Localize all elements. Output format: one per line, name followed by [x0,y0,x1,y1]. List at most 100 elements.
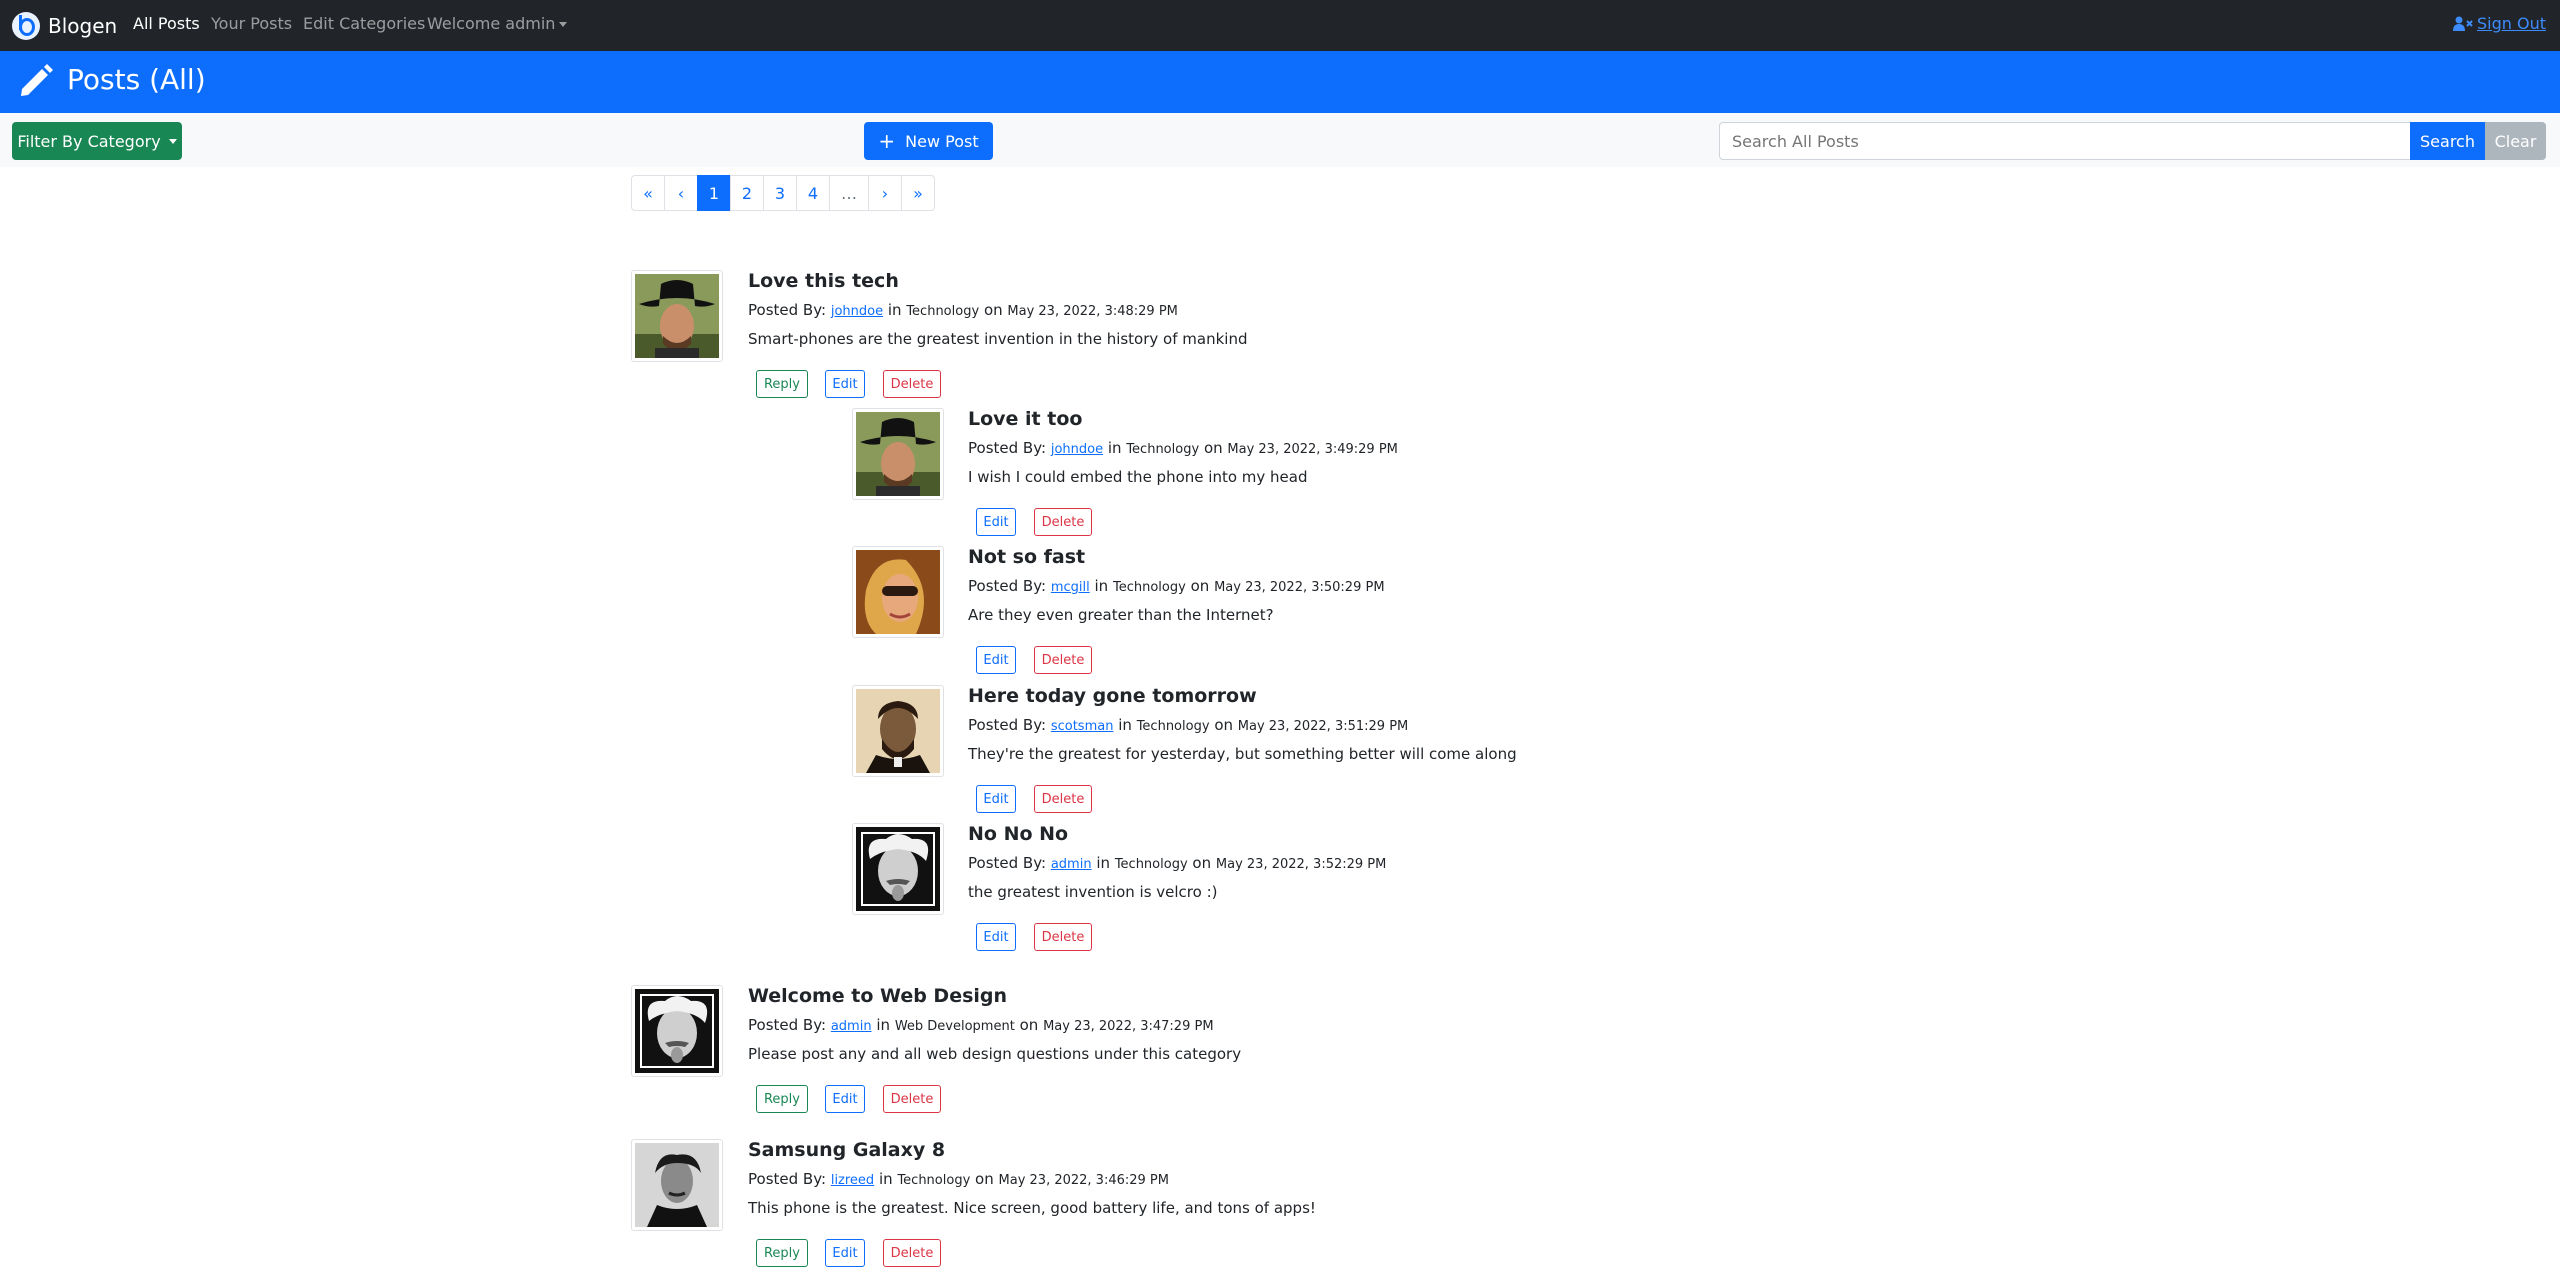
post-title: No No No [968,823,1069,845]
post-category: Technology [906,304,980,319]
in-label: in [1118,716,1132,734]
post-date: May 23, 2022, 3:47:29 PM [1043,1019,1214,1034]
edit-button[interactable]: Edit [976,646,1016,674]
post-meta: Posted By: admin in Web Development on M… [748,1016,1214,1034]
reply-button[interactable]: Reply [756,1239,808,1267]
post-category: Technology [1112,580,1186,595]
page-2[interactable]: 2 [730,175,764,211]
post-date: May 23, 2022, 3:49:29 PM [1227,442,1398,457]
delete-button[interactable]: Delete [1034,646,1092,674]
author-avatar [631,985,723,1077]
brand[interactable]: Blogen [12,8,117,44]
post-meta: Posted By: johndoe in Technology on May … [748,301,1178,319]
author-link[interactable]: johndoe [1051,442,1103,457]
user-menu-dropdown[interactable]: Welcome admin [427,14,568,33]
user-menu-label: Welcome admin [427,14,556,33]
sign-out-link[interactable]: Sign Out [2453,14,2546,33]
blogen-logo-icon [12,12,40,40]
post-title: Love it too [968,408,1083,430]
posted-by-label: Posted By: [748,1016,827,1034]
filter-by-category-button[interactable]: Filter By Category [12,122,182,160]
sign-out-label: Sign Out [2477,14,2546,33]
posted-by-label: Posted By: [968,577,1047,595]
author-link[interactable]: scotsman [1051,719,1114,734]
post-date: May 23, 2022, 3:48:29 PM [1007,304,1178,319]
nav-all-posts[interactable]: All Posts [133,14,200,33]
post-meta: Posted By: johndoe in Technology on May … [968,439,1398,457]
page-last[interactable]: » [901,175,935,211]
post-body: Please post any and all web design quest… [748,1045,1242,1063]
on-label: on [1214,716,1233,734]
post-title: Here today gone tomorrow [968,685,1257,707]
post-meta: Posted By: admin in Technology on May 23… [968,854,1386,872]
top-navbar: Blogen All Posts Your Posts Edit Categor… [0,0,2560,51]
reply-button[interactable]: Reply [756,370,808,398]
posted-by-label: Posted By: [968,854,1047,872]
delete-button[interactable]: Delete [1034,785,1092,813]
page-first[interactable]: « [631,175,665,211]
on-label: on [1203,439,1223,457]
post-body: I wish I could embed the phone into my h… [968,468,1308,486]
post-category: Technology [1136,719,1210,734]
nav-edit-categories[interactable]: Edit Categories [303,14,425,33]
page-1[interactable]: 1 [697,175,731,211]
plus-icon: + [878,129,896,153]
new-post-button[interactable]: + New Post [864,122,993,160]
author-link[interactable]: lizreed [831,1173,874,1188]
in-label: in [1107,439,1122,457]
caret-down-icon [168,138,177,144]
post-title: Not so fast [968,546,1086,568]
author-link[interactable]: admin [831,1019,872,1034]
page-next[interactable]: › [868,175,902,211]
search-button[interactable]: Search [2410,122,2485,160]
author-avatar [852,823,944,915]
edit-button[interactable]: Edit [825,370,865,398]
on-label: on [1019,1016,1039,1034]
page-3[interactable]: 3 [763,175,797,211]
post-meta: Posted By: lizreed in Technology on May … [748,1170,1169,1188]
post-date: May 23, 2022, 3:52:29 PM [1215,857,1387,872]
delete-button[interactable]: Delete [1034,923,1092,951]
edit-button[interactable]: Edit [825,1085,865,1113]
delete-button[interactable]: Delete [883,1085,941,1113]
filter-label: Filter By Category [17,131,161,151]
post-body: They're the greatest for yesterday, but … [968,745,1517,763]
posted-by-label: Posted By: [968,439,1047,457]
edit-button[interactable]: Edit [976,923,1016,951]
post-category: Technology [1126,442,1200,457]
page-4[interactable]: 4 [796,175,830,211]
edit-button[interactable]: Edit [976,508,1016,536]
author-link[interactable]: admin [1051,857,1092,872]
on-label: on [983,301,1003,319]
on-label: on [1192,854,1212,872]
post-category: Technology [1114,857,1188,872]
edit-button[interactable]: Edit [976,785,1016,813]
page-ellipsis: … [829,175,869,211]
page-title: Posts (All) [67,63,206,96]
brand-name: Blogen [48,14,118,38]
post-body: Smart-phones are the greatest invention … [748,330,1248,348]
post-date: May 23, 2022, 3:46:29 PM [998,1173,1169,1188]
on-label: on [1190,577,1210,595]
toolbar: Filter By Category + New Post Search Cle… [0,113,2560,167]
author-avatar [852,546,944,638]
nav-your-posts[interactable]: Your Posts [211,14,292,33]
delete-button[interactable]: Delete [883,370,941,398]
search-input[interactable] [1719,122,2411,160]
post-title: Welcome to Web Design [748,985,1008,1007]
page-header: Posts (All) [0,51,2560,113]
page-previous[interactable]: ‹ [664,175,698,211]
pencil-icon [21,64,53,96]
post-meta: Posted By: mcgill in Technology on May 2… [968,577,1385,595]
author-link[interactable]: mcgill [1051,580,1090,595]
author-link[interactable]: johndoe [831,304,883,319]
reply-button[interactable]: Reply [756,1085,808,1113]
post-body: This phone is the greatest. Nice screen,… [748,1199,1316,1217]
edit-button[interactable]: Edit [825,1239,865,1267]
delete-button[interactable]: Delete [883,1239,941,1267]
post-meta: Posted By: scotsman in Technology on May… [968,716,1408,734]
user-times-icon [2453,16,2473,31]
delete-button[interactable]: Delete [1034,508,1092,536]
new-post-label: New Post [905,131,979,151]
clear-button[interactable]: Clear [2485,122,2546,160]
